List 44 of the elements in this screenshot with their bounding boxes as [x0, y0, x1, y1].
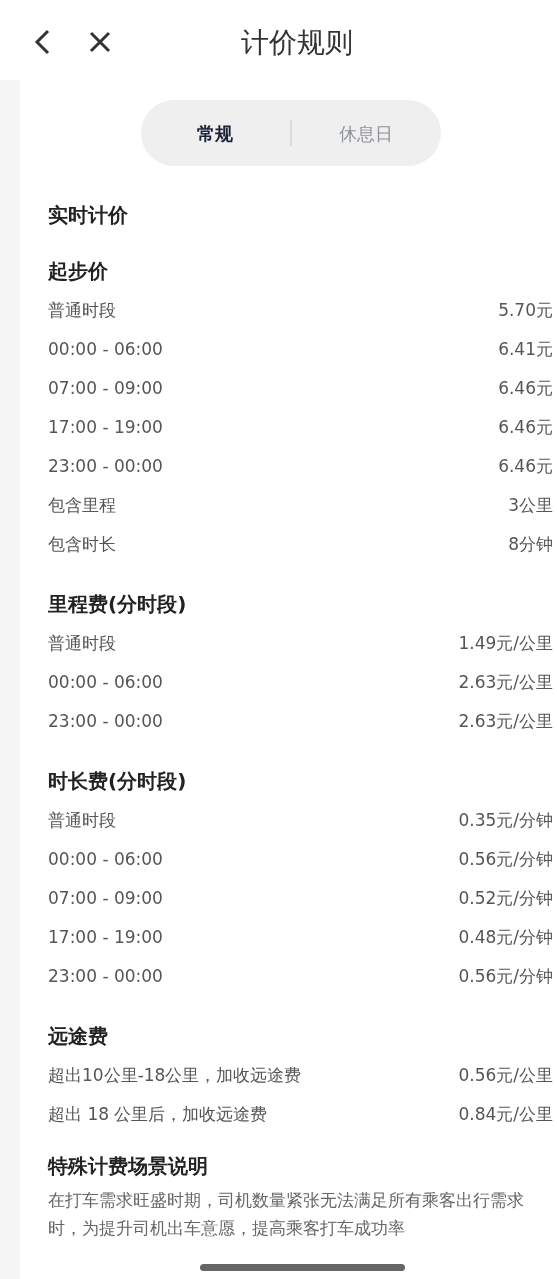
row-label: 17:00 - 19:00	[48, 925, 163, 949]
row-value: 6.46元	[498, 415, 553, 439]
description-text: 在打车需求旺盛时期，司机数量紧张无法满足所有乘客出行需求时，为提升司机出车意愿，提高乘客打车成功率	[48, 1189, 525, 1240]
row-label: 17:00 - 19:00	[48, 415, 163, 439]
section-heading: 实时计价	[48, 202, 129, 229]
row-label: 07:00 - 09:00	[48, 376, 163, 400]
section-heading: 起步价	[48, 258, 109, 285]
row-label: 00:00 - 06:00	[48, 847, 163, 871]
row-label: 普通时段	[48, 808, 116, 832]
row-label: 包含时长	[48, 532, 116, 556]
close-icon[interactable]	[88, 30, 112, 54]
section-heading: 里程费(分时段)	[48, 591, 188, 618]
row-value: 2.63元/公里	[458, 709, 553, 733]
page-title: 计价规则	[241, 25, 353, 61]
section-heading: 特殊计费场景说明	[48, 1153, 209, 1180]
row-label: 超出10公里-18公里，加收远途费	[48, 1063, 302, 1087]
row-label: 00:00 - 06:00	[48, 337, 163, 361]
row-value: 2.63元/公里	[458, 670, 553, 694]
row-value: 0.35元/分钟	[458, 808, 553, 832]
row-value: 5.70元	[498, 298, 553, 322]
row-value: 0.56元/公里	[458, 1063, 553, 1087]
row-value: 0.56元/分钟	[458, 847, 553, 871]
row-value: 6.46元	[498, 454, 553, 478]
row-label: 23:00 - 00:00	[48, 709, 163, 733]
row-value: 6.41元	[498, 337, 553, 361]
row-label: 普通时段	[48, 631, 116, 655]
section-heading: 远途费	[48, 1023, 109, 1050]
row-label: 07:00 - 09:00	[48, 886, 163, 910]
row-label: 包含里程	[48, 493, 116, 517]
row-label: 普通时段	[48, 298, 116, 322]
row-value: 0.48元/分钟	[458, 925, 553, 949]
section-heading: 时长费(分时段)	[48, 768, 188, 795]
row-value: 6.46元	[498, 376, 553, 400]
row-value: 1.49元/公里	[458, 631, 553, 655]
row-label: 00:00 - 06:00	[48, 670, 163, 694]
row-value: 3公里	[508, 493, 553, 517]
row-value: 0.52元/分钟	[458, 886, 553, 910]
tab[interactable]: 常规	[140, 100, 290, 166]
row-value: 0.56元/分钟	[458, 964, 553, 988]
row-value: 0.84元/公里	[458, 1102, 553, 1126]
row-label: 超出 18 公里后，加收远途费	[48, 1102, 268, 1126]
row-label: 23:00 - 00:00	[48, 454, 163, 478]
row-label: 23:00 - 00:00	[48, 964, 163, 988]
row-value: 8分钟	[508, 532, 553, 556]
